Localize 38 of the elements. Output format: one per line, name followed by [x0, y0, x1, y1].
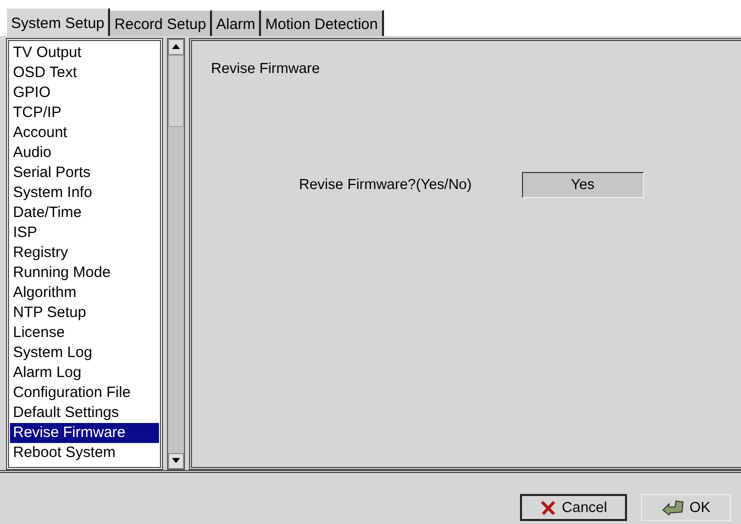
sidebar-item[interactable]: Revise Firmware [10, 423, 159, 443]
sidebar-item[interactable]: Alarm Log [10, 363, 159, 383]
sidebar-item[interactable]: Reboot System [10, 443, 159, 463]
sidebar-item[interactable]: License [10, 323, 159, 343]
sidebar-item[interactable]: Configuration File [10, 383, 159, 403]
sidebar-item[interactable]: OSD Text [10, 63, 159, 83]
sidebar-item[interactable]: Audio [10, 143, 159, 163]
sidebar-item[interactable]: Date/Time [10, 203, 159, 223]
scroll-down-button[interactable] [168, 453, 184, 469]
return-arrow-icon [662, 500, 684, 516]
sidebar-item[interactable]: NTP Setup [10, 303, 159, 323]
sidebar-item[interactable]: ISP [10, 223, 159, 243]
cross-icon [540, 500, 556, 514]
sidebar-item[interactable]: System Log [10, 343, 159, 363]
sidebar-item[interactable]: Account [10, 123, 159, 143]
value-field[interactable]: Yes [522, 172, 644, 198]
sidebar-item[interactable]: Default Settings [10, 403, 159, 423]
sidebar-item[interactable]: GPIO [10, 83, 159, 103]
tab[interactable]: Record Setup [110, 10, 212, 36]
tab[interactable]: System Setup [6, 8, 110, 36]
sidebar-item[interactable]: TV Output [10, 43, 159, 63]
scroll-thumb[interactable] [168, 55, 184, 127]
tab[interactable]: Alarm [212, 10, 262, 36]
ok-button[interactable]: OK [641, 494, 731, 521]
panel-title: Revise Firmware [211, 61, 321, 77]
sidebar-item[interactable]: Registry [10, 243, 159, 263]
sidebar-item[interactable]: Running Mode [10, 263, 159, 283]
prompt-label: Revise Firmware?(Yes/No) [299, 177, 472, 193]
scrollbar[interactable] [167, 38, 185, 470]
scroll-up-button[interactable] [168, 39, 184, 55]
sidebar-item[interactable]: Algorithm [10, 283, 159, 303]
cancel-button[interactable]: Cancel [520, 494, 627, 521]
tab[interactable]: Motion Detection [261, 10, 384, 36]
sidebar-item[interactable]: TCP/IP [10, 103, 159, 123]
down-arrow-icon [172, 458, 180, 464]
up-arrow-icon [172, 44, 180, 50]
sidebar-item[interactable]: System Info [10, 183, 159, 203]
sidebar-item[interactable]: Serial Ports [10, 163, 159, 183]
